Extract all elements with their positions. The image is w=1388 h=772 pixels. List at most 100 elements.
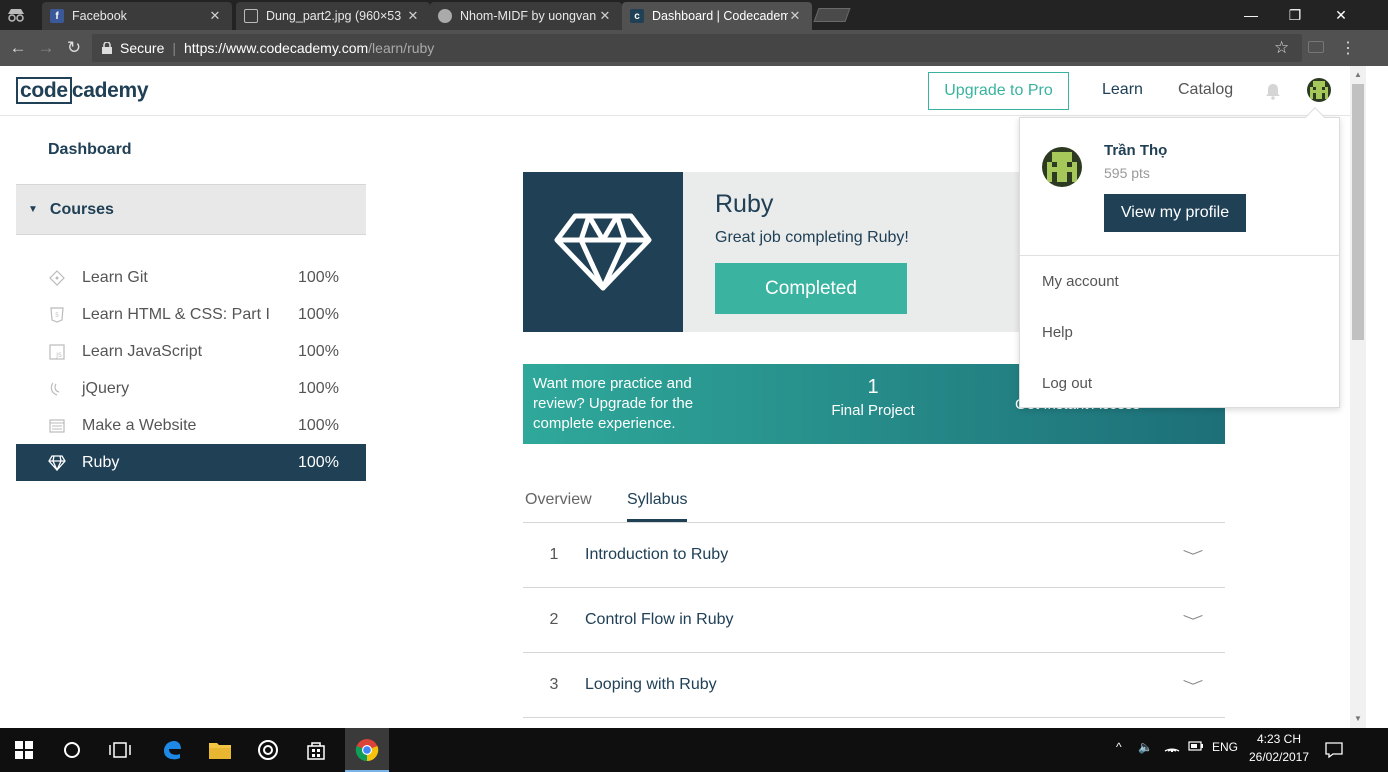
browser-toolbar: ← → ↻ Secure | https://www.codecademy.co… <box>0 30 1388 66</box>
dashboard-link[interactable]: Dashboard <box>48 141 132 159</box>
input-language[interactable]: ENG <box>1212 740 1238 754</box>
browser-tab-github[interactable]: Nhom-MIDF by uongvan ✕ <box>430 2 622 30</box>
syllabus-row[interactable]: 3 Looping with Ruby ﹀ <box>523 653 1225 718</box>
store-icon[interactable] <box>302 736 330 764</box>
scrollbar-thumb[interactable] <box>1352 84 1364 340</box>
restore-icon[interactable]: ❐ <box>1272 4 1318 26</box>
course-progress: 100% <box>298 268 339 286</box>
tab-title: Dung_part2.jpg (960×53 <box>266 9 402 23</box>
course-title: Ruby <box>715 190 774 218</box>
course-item-learn-html-css[interactable]: 5 Learn HTML & CSS: Part I 100% <box>16 296 366 333</box>
course-item-make-a-website[interactable]: Make a Website 100% <box>16 407 366 444</box>
user-dropdown-menu: Trần Thọ 595 pts View my profile My acco… <box>1019 107 1340 408</box>
my-account-link[interactable]: My account <box>1042 273 1119 290</box>
log-out-link[interactable]: Log out <box>1042 375 1092 392</box>
unit-number: 3 <box>549 676 559 693</box>
user-points: 595 pts <box>1104 165 1150 181</box>
clock-time[interactable]: 4:23 CH <box>1254 732 1304 746</box>
view-profile-button[interactable]: View my profile <box>1104 194 1246 232</box>
unit-name: Introduction to Ruby <box>585 546 729 563</box>
caret-down-icon: ▼ <box>28 204 38 215</box>
tab-overview[interactable]: Overview <box>525 491 592 509</box>
browser-tab-image[interactable]: Dung_part2.jpg (960×53 ✕ <box>236 2 430 30</box>
cast-icon[interactable] <box>1308 41 1324 53</box>
user-name: Trần Thọ <box>1104 142 1168 159</box>
bell-icon[interactable] <box>1264 82 1282 100</box>
web-page: code cademy Upgrade to Pro Learn Catalog … <box>0 66 1350 728</box>
svg-text:5: 5 <box>55 312 59 319</box>
final-project-count: 1 <box>867 376 879 398</box>
tab-title: Facebook <box>72 9 127 23</box>
nav-learn-link[interactable]: Learn <box>1102 81 1143 99</box>
chrome-icon[interactable] <box>353 736 381 764</box>
media-icon[interactable] <box>254 736 282 764</box>
codecademy-logo[interactable]: code cademy <box>16 77 149 104</box>
website-icon <box>48 417 66 435</box>
unit-name: Looping with Ruby <box>585 676 717 693</box>
clock-date[interactable]: 26/02/2017 <box>1246 750 1312 764</box>
minimize-icon[interactable]: — <box>1228 4 1274 26</box>
url-path: /learn/ruby <box>368 40 435 56</box>
close-icon[interactable]: ✕ <box>788 8 802 24</box>
close-window-icon[interactable]: ✕ <box>1318 4 1364 26</box>
chevron-down-icon[interactable]: ﹀ <box>1142 676 1244 695</box>
windows-start-icon[interactable] <box>10 736 38 764</box>
cortana-icon[interactable] <box>58 736 86 764</box>
completed-button[interactable]: Completed <box>715 263 907 314</box>
course-item-jquery[interactable]: jQuery 100% <box>16 370 366 407</box>
bookmark-star-icon[interactable]: ☆ <box>1274 38 1289 58</box>
volume-icon[interactable]: 🔈 <box>1138 740 1153 754</box>
courses-section-toggle[interactable]: ▼ Courses <box>16 184 366 235</box>
task-view-icon[interactable] <box>106 736 134 764</box>
tab-title: Nhom-MIDF by uongvan <box>460 9 597 23</box>
new-tab-button[interactable] <box>813 8 851 22</box>
back-icon[interactable]: ← <box>8 38 28 58</box>
ruby-gem-icon <box>48 454 66 472</box>
reload-icon[interactable]: ↻ <box>64 38 84 58</box>
lock-icon <box>102 42 112 54</box>
course-item-learn-git[interactable]: Learn Git 100% <box>16 259 366 296</box>
github-icon <box>438 9 452 23</box>
scroll-down-icon[interactable]: ▼ <box>1354 714 1362 723</box>
syllabus-row[interactable]: 2 Control Flow in Ruby ﹀ <box>523 588 1225 653</box>
battery-icon[interactable] <box>1188 740 1204 754</box>
course-progress: 100% <box>298 342 339 360</box>
course-item-ruby[interactable]: Ruby 100% <box>16 444 366 481</box>
close-icon[interactable]: ✕ <box>598 8 612 24</box>
forward-icon[interactable]: → <box>36 38 56 58</box>
site-header: code cademy Upgrade to Pro Learn Catalog <box>0 66 1350 116</box>
browser-tab-facebook[interactable]: f Facebook ✕ <box>42 2 232 30</box>
url-host: https://www.codecademy.com <box>184 40 369 56</box>
nav-catalog-link[interactable]: Catalog <box>1178 81 1233 99</box>
user-avatar[interactable] <box>1307 78 1331 102</box>
edge-browser-icon[interactable] <box>158 736 186 764</box>
course-name: jQuery <box>82 379 130 397</box>
upgrade-to-pro-button[interactable]: Upgrade to Pro <box>928 72 1069 110</box>
action-center-icon[interactable] <box>1320 736 1348 764</box>
close-icon[interactable]: ✕ <box>208 8 222 24</box>
browser-tab-codecademy[interactable]: c Dashboard | Codecadem ✕ <box>622 2 812 30</box>
page-scrollbar[interactable]: ▲ ▼ <box>1350 66 1366 728</box>
tray-overflow-icon[interactable]: ^ <box>1116 740 1122 754</box>
tab-syllabus[interactable]: Syllabus <box>627 491 688 522</box>
close-icon[interactable]: ✕ <box>406 8 420 24</box>
course-name: Learn JavaScript <box>82 342 203 360</box>
syllabus-row[interactable]: 1 Introduction to Ruby ﹀ <box>523 523 1225 588</box>
chevron-down-icon[interactable]: ﹀ <box>1142 611 1244 630</box>
file-explorer-icon[interactable] <box>206 736 234 764</box>
courses-heading: Courses <box>49 200 114 218</box>
jquery-icon <box>48 380 66 398</box>
dropdown-divider <box>1020 255 1339 256</box>
incognito-icon <box>8 9 24 22</box>
svg-text:JS: JS <box>55 352 62 359</box>
help-link[interactable]: Help <box>1042 324 1073 341</box>
git-icon <box>48 269 66 287</box>
windows-taskbar: ^ 🔈 ENG 4:23 CH 26/02/2017 <box>0 728 1388 772</box>
browser-menu-icon[interactable]: ⋮ <box>1340 38 1356 58</box>
address-bar[interactable]: Secure | https://www.codecademy.com/lear… <box>92 34 1302 62</box>
wifi-icon[interactable] <box>1164 740 1180 755</box>
course-item-learn-javascript[interactable]: JS Learn JavaScript 100% <box>16 333 366 370</box>
chevron-down-icon[interactable]: ﹀ <box>1142 546 1244 565</box>
scroll-up-icon[interactable]: ▲ <box>1354 70 1362 79</box>
unit-number: 1 <box>549 546 559 563</box>
